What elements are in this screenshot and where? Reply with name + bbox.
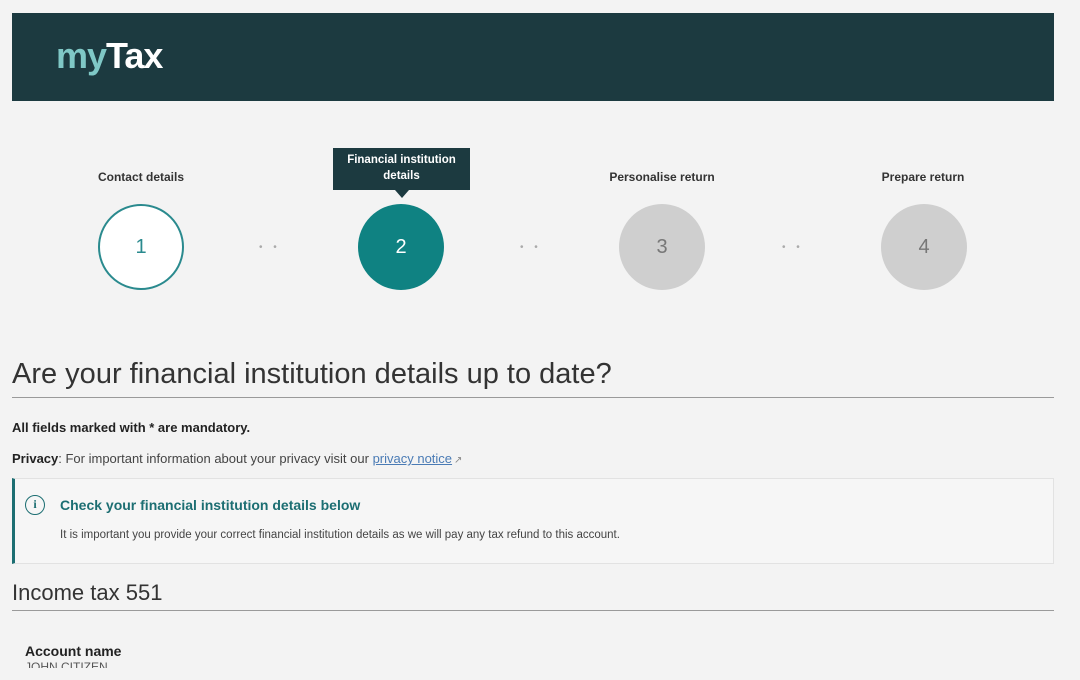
- step-connector-1: • •: [259, 242, 281, 253]
- privacy-label: Privacy: [12, 451, 59, 466]
- external-link-icon: ↗: [454, 455, 463, 466]
- step-connector-2: • •: [520, 242, 542, 253]
- info-notice: i Check your financial institution detai…: [12, 478, 1054, 564]
- info-icon: i: [25, 495, 45, 515]
- progress-stepper: Contact details Financial institution de…: [0, 0, 1080, 300]
- tooltip-line1: Financial institution: [347, 154, 456, 166]
- notice-title: Check your financial institution details…: [60, 497, 361, 513]
- step-3-number: 3: [656, 235, 668, 258]
- tooltip-line2: details: [383, 170, 420, 182]
- step-label-contact-details: Contact details: [97, 170, 184, 184]
- step-label-prepare-return: Prepare return: [881, 170, 965, 184]
- privacy-text: : For important information about your p…: [58, 451, 373, 466]
- notice-body: It is important you provide your correct…: [60, 529, 620, 541]
- mandatory-note: All fields marked with * are mandatory.: [12, 420, 251, 435]
- step-3-circle: 3: [619, 204, 705, 290]
- step-label-personalise-return: Personalise return: [609, 170, 715, 184]
- account-name-value: JOHN CITIZEN: [25, 660, 108, 668]
- page-title: Are your financial institution details u…: [12, 358, 612, 390]
- step-2-circle[interactable]: 2: [358, 204, 444, 290]
- step-connector-3: • •: [782, 242, 804, 253]
- step-1-circle[interactable]: 1: [98, 204, 184, 290]
- section-divider: [12, 610, 1054, 611]
- step-1-number: 1: [135, 235, 147, 258]
- step-4-number: 4: [918, 235, 930, 258]
- step-2-number: 2: [395, 235, 407, 258]
- privacy-notice-link[interactable]: privacy notice: [373, 451, 452, 466]
- account-name-label: Account name: [25, 643, 122, 659]
- title-divider: [12, 397, 1054, 398]
- active-step-tooltip: Financial institution details: [333, 148, 470, 198]
- section-title: Income tax 551: [12, 580, 163, 605]
- step-4-circle: 4: [881, 204, 967, 290]
- privacy-line: Privacy: For important information about…: [12, 451, 462, 466]
